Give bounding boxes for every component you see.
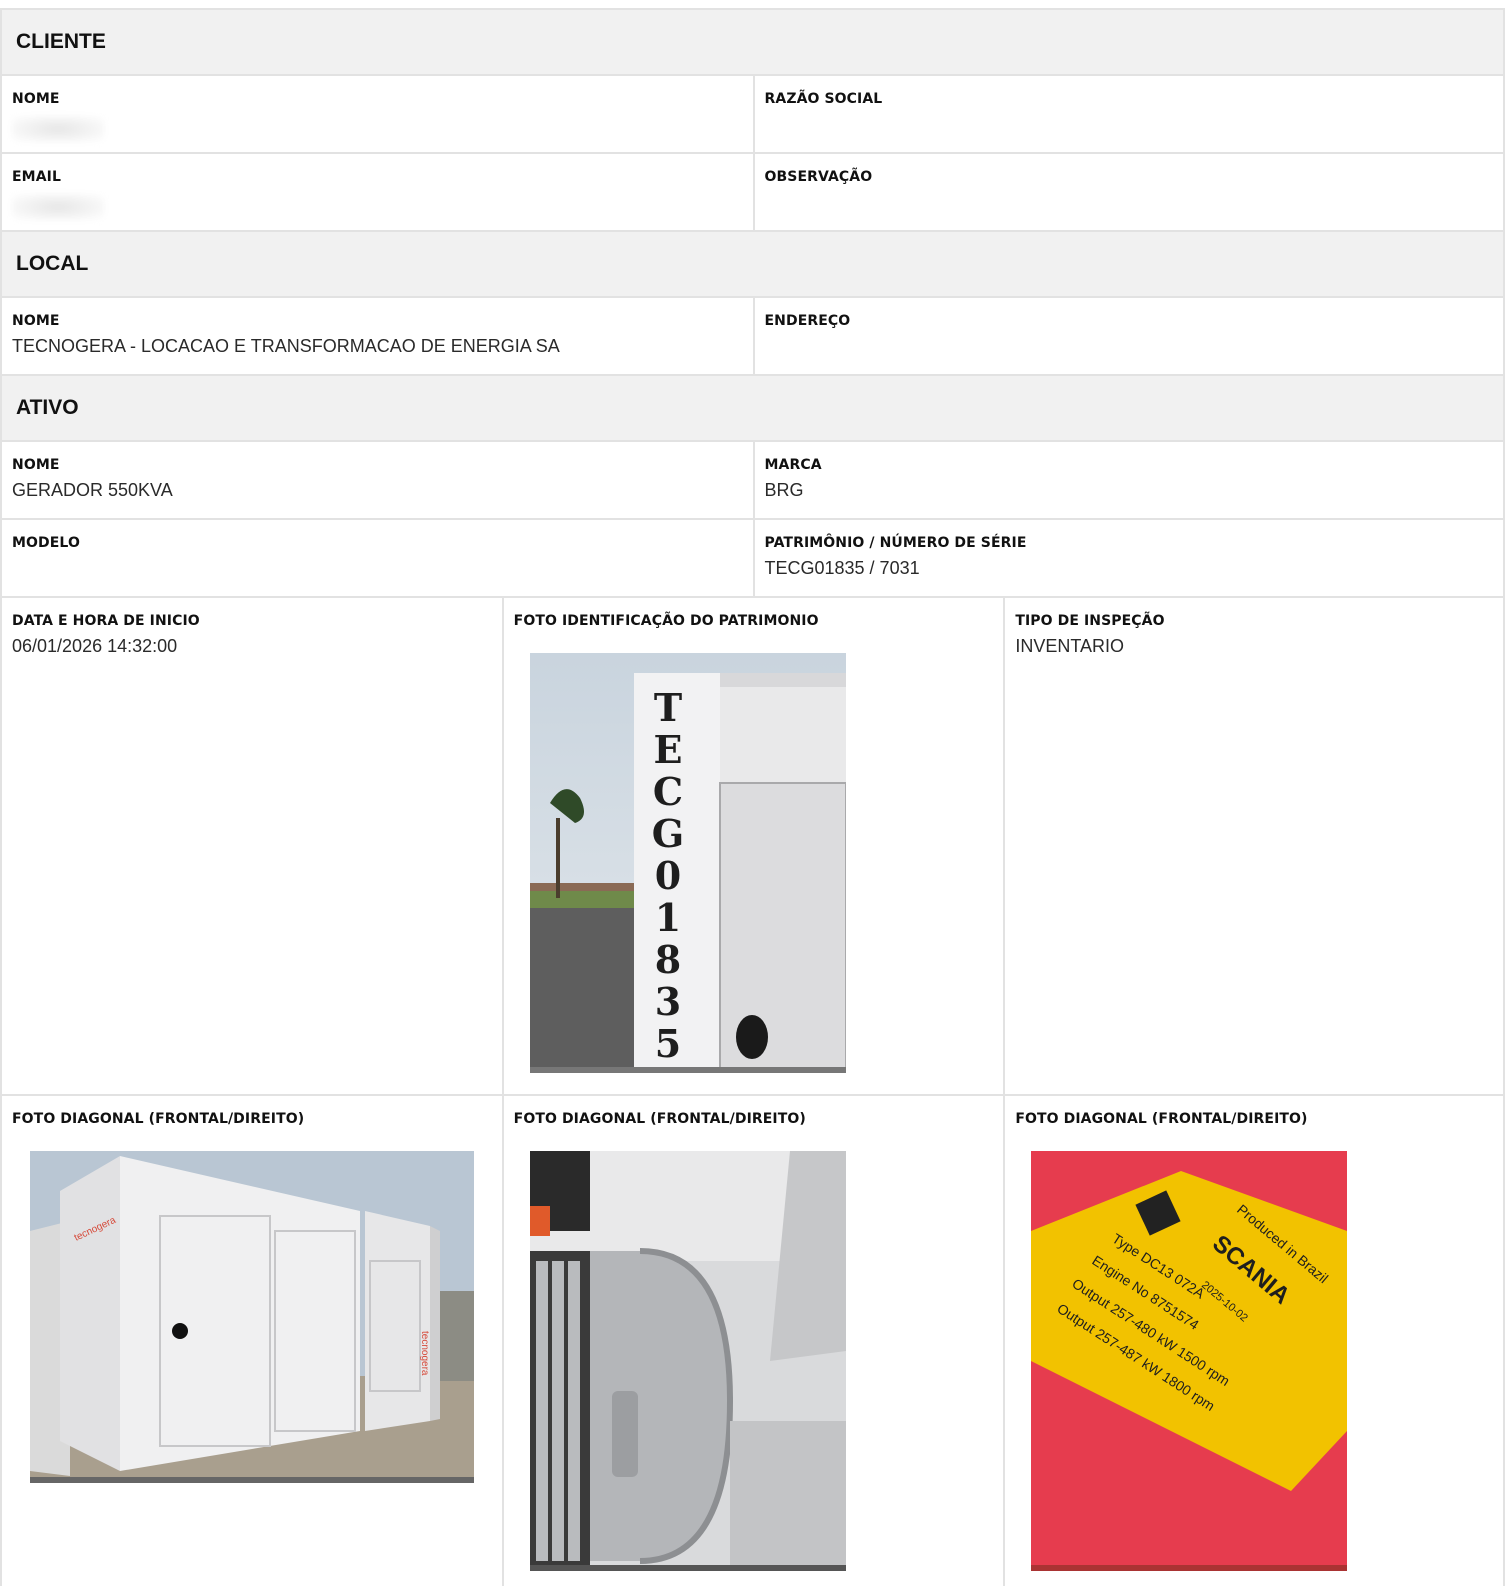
local-endereco-field: ENDEREÇO bbox=[752, 298, 1505, 374]
cliente-email-field: EMAIL bbox=[0, 154, 753, 230]
tipo-inspecao-field: TIPO DE INSPEÇÃO INVENTARIO bbox=[1003, 598, 1505, 1094]
field-value bbox=[12, 558, 743, 578]
field-label: DATA E HORA DE INICIO bbox=[12, 613, 200, 629]
stencil-char: G bbox=[651, 811, 683, 856]
field-label: NOME bbox=[12, 313, 60, 329]
field-label: EMAIL bbox=[12, 169, 61, 185]
stencil-char: T bbox=[654, 685, 682, 730]
section-ativo-header: ATIVO bbox=[0, 374, 1505, 440]
field-value: BRG bbox=[764, 480, 804, 500]
field-value: GERADOR 550KVA bbox=[12, 480, 173, 500]
field-label: NOME bbox=[12, 91, 60, 107]
ativo-patrimonio-field: PATRIMÔNIO / NÚMERO DE SÉRIE TECG01835 /… bbox=[752, 520, 1505, 596]
foto-diagonal-2: FOTO DIAGONAL (FRONTAL/DIREITO) bbox=[501, 1096, 1004, 1586]
stencil-char: 1 bbox=[654, 895, 680, 940]
stencil-char: 8 bbox=[654, 937, 680, 982]
svg-text:tecnogera: tecnogera bbox=[419, 1331, 430, 1376]
inspection-report: CLIENTE NOME RAZÃO SOCIAL EMAIL OBSERVAÇ… bbox=[0, 8, 1505, 1586]
field-value: TECG01835 / 7031 bbox=[764, 558, 920, 578]
stencil-char: 3 bbox=[654, 979, 680, 1024]
field-value: INVENTARIO bbox=[1015, 636, 1124, 656]
data-inicio-field: DATA E HORA DE INICIO 06/01/2026 14:32:0… bbox=[0, 598, 502, 1094]
field-value bbox=[765, 114, 1494, 134]
generator-diagonal-graphic: tecnogera tecnogera bbox=[30, 1151, 474, 1483]
field-label: FOTO DIAGONAL (FRONTAL/DIREITO) bbox=[1015, 1111, 1308, 1127]
cliente-razao-field: RAZÃO SOCIAL bbox=[752, 76, 1505, 152]
ativo-nome-field: NOME GERADOR 550KVA bbox=[0, 442, 753, 518]
local-row: NOME TECNOGERA - LOCACAO E TRANSFORMACAO… bbox=[0, 296, 1505, 374]
section-title: CLIENTE bbox=[16, 30, 106, 53]
field-value: TECNOGERA - LOCACAO E TRANSFORMACAO DE E… bbox=[12, 336, 560, 356]
field-label: OBSERVAÇÃO bbox=[764, 169, 873, 185]
field-label: FOTO DIAGONAL (FRONTAL/DIREITO) bbox=[12, 1111, 305, 1127]
field-label: ENDEREÇO bbox=[764, 313, 851, 329]
local-nome-field: NOME TECNOGERA - LOCACAO E TRANSFORMACAO… bbox=[0, 298, 753, 374]
generator-diagonal-photo[interactable]: tecnogera tecnogera bbox=[30, 1151, 474, 1483]
field-label: MODELO bbox=[12, 535, 80, 551]
ativo-marca-field: MARCA BRG bbox=[752, 442, 1505, 518]
stencil-char: E bbox=[653, 727, 682, 772]
engine-plate-photo[interactable]: Produced in Brazil SCANIA Type DC13 072A 20… bbox=[1031, 1151, 1348, 1571]
stencil-char: 5 bbox=[654, 1021, 680, 1066]
redacted-value bbox=[12, 192, 743, 225]
field-label: FOTO IDENTIFICAÇÃO DO PATRIMONIO bbox=[513, 613, 819, 629]
stencil-char: 0 bbox=[654, 853, 680, 898]
section-cliente-header: CLIENTE bbox=[0, 8, 1505, 74]
field-label: PATRIMÔNIO / NÚMERO DE SÉRIE bbox=[764, 535, 1027, 551]
asset-id-photo-graphic: TECG01835 bbox=[529, 653, 846, 1073]
section-local-header: LOCAL bbox=[0, 230, 1505, 296]
field-label: TIPO DE INSPEÇÃO bbox=[1015, 613, 1165, 629]
cliente-observacao-field: OBSERVAÇÃO bbox=[752, 154, 1505, 230]
inspecao-row: DATA E HORA DE INICIO 06/01/2026 14:32:0… bbox=[0, 596, 1505, 1094]
cliente-row-2: EMAIL OBSERVAÇÃO bbox=[0, 152, 1505, 230]
alternator-graphic bbox=[529, 1151, 846, 1571]
ativo-row-2: MODELO PATRIMÔNIO / NÚMERO DE SÉRIE TECG… bbox=[0, 518, 1505, 596]
field-label: MARCA bbox=[764, 457, 822, 473]
field-label: NOME bbox=[12, 457, 60, 473]
ativo-row-1: NOME GERADOR 550KVA MARCA BRG bbox=[0, 440, 1505, 518]
field-value bbox=[765, 192, 1494, 212]
section-title: LOCAL bbox=[16, 252, 89, 275]
foto-identificacao-field: FOTO IDENTIFICAÇÃO DO PATRIMONIO T E C G… bbox=[501, 598, 1004, 1094]
field-label: FOTO DIAGONAL (FRONTAL/DIREITO) bbox=[513, 1111, 806, 1127]
field-label: RAZÃO SOCIAL bbox=[764, 91, 883, 107]
section-title: ATIVO bbox=[16, 396, 79, 419]
stencil-char: C bbox=[653, 769, 683, 814]
foto-diagonal-3: FOTO DIAGONAL (FRONTAL/DIREITO) Produced… bbox=[1003, 1096, 1505, 1586]
field-value bbox=[765, 336, 1494, 356]
foto-diagonal-1: FOTO DIAGONAL (FRONTAL/DIREITO) tecnoger… bbox=[0, 1096, 502, 1586]
redacted-value bbox=[12, 114, 743, 147]
cliente-row-1: NOME RAZÃO SOCIAL bbox=[0, 74, 1505, 152]
cliente-nome-field: NOME bbox=[0, 76, 753, 152]
fotos-row: FOTO DIAGONAL (FRONTAL/DIREITO) tecnoger… bbox=[0, 1094, 1505, 1586]
engine-plate-graphic: Produced in BrazilSCANIAType DC13 072A20… bbox=[1031, 1151, 1348, 1571]
field-value: 06/01/2026 14:32:00 bbox=[12, 636, 178, 656]
asset-id-photo[interactable]: TECG01835 bbox=[529, 653, 846, 1073]
alternator-photo[interactable] bbox=[529, 1151, 846, 1571]
ativo-modelo-field: MODELO bbox=[0, 520, 753, 596]
